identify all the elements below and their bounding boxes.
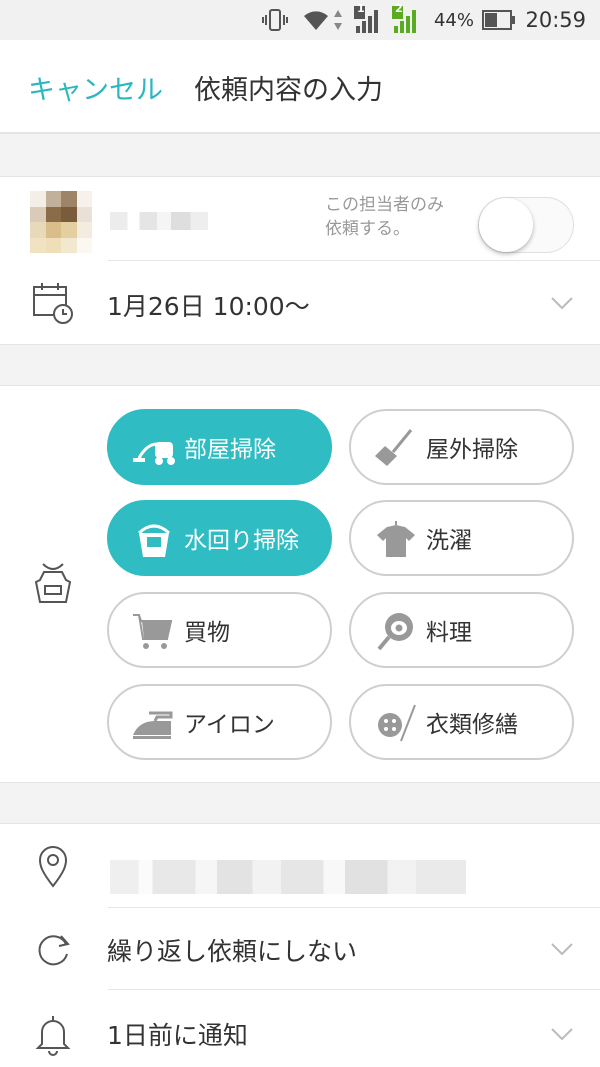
service-label: 洗濯: [426, 528, 472, 554]
sim2-number: 2: [395, 1, 403, 15]
bucket-icon: [137, 524, 171, 557]
service-cooking[interactable]: 料理: [349, 592, 574, 668]
assignee-only-toggle[interactable]: [478, 197, 574, 253]
service-outdoor-cleaning[interactable]: 屋外掃除: [349, 409, 574, 485]
battery-percent: 44%: [433, 9, 474, 31]
status-bar: 1 2 44% 20:59: [0, 0, 600, 40]
service-label: 衣類修繕: [426, 712, 518, 738]
cancel-button[interactable]: キャンセル: [28, 68, 163, 107]
vacuum-icon: [133, 442, 175, 465]
toggle-label-line2: 依頼する。: [325, 219, 410, 239]
frying-pan-icon: [377, 613, 413, 651]
service-shopping[interactable]: 買物: [107, 592, 332, 668]
data-arrows-icon: [334, 10, 342, 30]
notification-row[interactable]: 1日前に通知: [0, 990, 600, 1067]
battery-icon: [482, 10, 515, 30]
service-water-area-cleaning[interactable]: 水回り掃除: [107, 500, 332, 576]
chevron-down-icon: [551, 297, 573, 310]
wifi-icon: [304, 11, 328, 30]
vibrate-icon: [262, 9, 288, 31]
repeat-row[interactable]: 繰り返し依頼にしない: [0, 908, 600, 990]
apron-icon: [34, 563, 72, 603]
assignee-only-label: この担当者のみ 依頼する。: [325, 193, 444, 241]
date-row[interactable]: 1月26日 10:00〜: [0, 261, 600, 344]
bell-icon: [35, 1016, 71, 1056]
broom-icon: [375, 429, 413, 466]
chevron-down-icon: [551, 943, 573, 956]
date-value: 1月26日 10:00〜: [107, 292, 310, 321]
iron-icon: [133, 711, 173, 739]
service-laundry[interactable]: 洗濯: [349, 500, 574, 576]
sim1-number: 1: [357, 1, 365, 15]
service-label: 屋外掃除: [426, 437, 518, 463]
service-label: 水回り掃除: [184, 528, 299, 554]
service-label: 部屋掃除: [184, 437, 276, 463]
section-spacer: [0, 344, 600, 386]
page-title: 依頼内容の入力: [194, 75, 383, 106]
toggle-label-line1: この担当者のみ: [325, 195, 444, 215]
services-section: 部屋掃除 屋外掃除 水回り掃除 洗濯 買物 料理 アイロン 衣類修繕: [0, 386, 600, 782]
section-spacer: [0, 133, 600, 177]
avatar: [30, 191, 92, 253]
repeat-value: 繰り返し依頼にしない: [107, 937, 358, 966]
assignee-row: この担当者のみ 依頼する。: [0, 177, 600, 261]
clock: 20:59: [525, 8, 586, 32]
calendar-clock-icon: [33, 283, 73, 324]
service-room-cleaning[interactable]: 部屋掃除: [107, 409, 332, 485]
service-label: アイロン: [184, 712, 275, 738]
assignee-name: [110, 212, 208, 230]
cart-icon: [133, 614, 173, 649]
section-spacer: [0, 782, 600, 824]
service-label: 買物: [184, 620, 230, 646]
notification-value: 1日前に通知: [107, 1021, 248, 1050]
toggle-knob: [479, 198, 533, 252]
needle-button-icon: [378, 704, 416, 742]
location-pin-icon: [38, 846, 68, 888]
address-value: [110, 860, 466, 894]
app-bar: キャンセル 依頼内容の入力: [0, 40, 600, 133]
chevron-down-icon: [551, 1028, 573, 1041]
address-row[interactable]: [0, 824, 600, 908]
shirt-icon: [377, 521, 415, 557]
service-ironing[interactable]: アイロン: [107, 684, 332, 760]
service-clothing-repair[interactable]: 衣類修繕: [349, 684, 574, 760]
service-label: 料理: [426, 620, 472, 646]
refresh-icon: [38, 935, 70, 966]
